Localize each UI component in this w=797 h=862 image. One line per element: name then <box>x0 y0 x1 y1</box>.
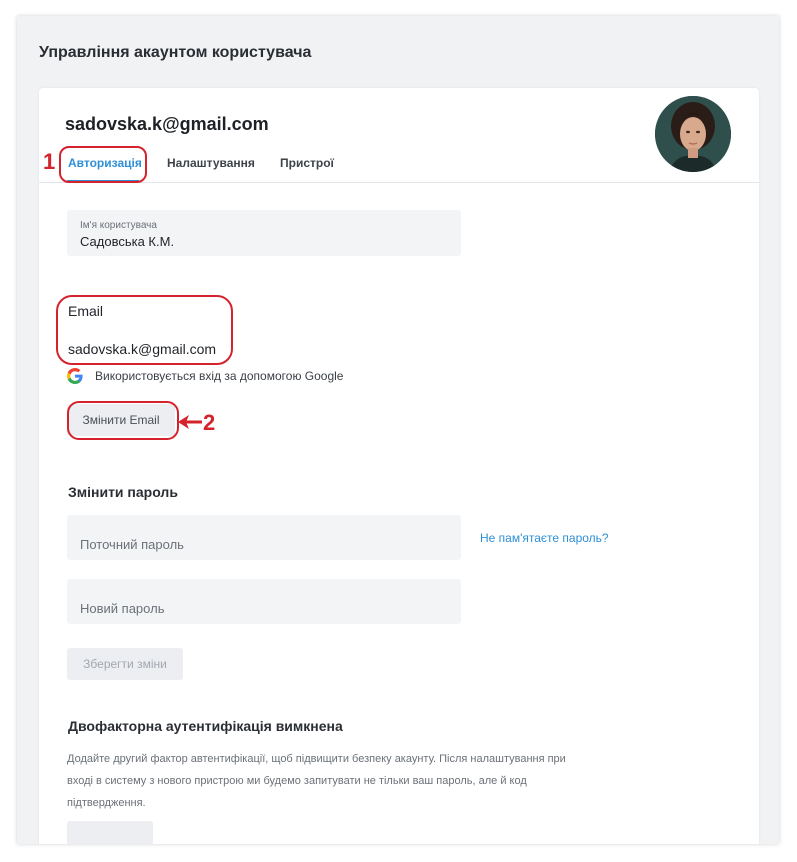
change-password-title: Змінити пароль <box>68 484 178 500</box>
twofa-title: Двофакторна аутентифікація вимкнена <box>68 718 343 734</box>
annotation-marker-1: 1 <box>43 149 56 174</box>
tab-settings[interactable]: Налаштування <box>167 156 255 170</box>
google-icon <box>67 368 83 384</box>
username-field-label: Ім'я користувача <box>80 220 157 231</box>
tab-bar: Авторизація Налаштування Пристрої <box>39 148 759 183</box>
forgot-password-link[interactable]: Не пам'ятаєте пароль? <box>480 531 609 545</box>
annotation-box-change-email <box>67 401 179 440</box>
twofa-description-line: Додайте другий фактор автентифікації, що… <box>67 753 566 765</box>
username-field[interactable]: Ім'я користувача Садовська К.М. <box>67 210 461 256</box>
annotation-arrow-icon <box>178 415 202 429</box>
annotation-box-tab <box>59 146 147 183</box>
enable-twofa-button[interactable] <box>67 821 153 844</box>
google-note-text: Використовується вхід за допомогою Googl… <box>95 369 344 383</box>
save-changes-button[interactable]: Зберегти зміни <box>67 648 183 680</box>
current-password-input[interactable]: Поточний пароль <box>67 515 461 560</box>
new-password-input[interactable]: Новий пароль <box>67 579 461 624</box>
current-password-placeholder: Поточний пароль <box>80 537 184 552</box>
tab-devices[interactable]: Пристрої <box>280 156 334 170</box>
annotation-marker-2: 2 <box>203 410 216 435</box>
page-title: Управління акаунтом користувача <box>39 44 312 61</box>
twofa-description-line: вході в систему з нового пристрою ми буд… <box>67 775 527 787</box>
new-password-placeholder: Новий пароль <box>80 601 165 616</box>
account-email-heading: sadovska.k@gmail.com <box>65 114 269 134</box>
account-card: sadovska.k@gmail.com Авторизація Налашту… <box>39 88 759 844</box>
annotation-box-email <box>56 295 233 365</box>
twofa-description-line: підтвердження. <box>67 797 146 809</box>
username-field-value: Садовська К.М. <box>80 234 175 249</box>
twofa-description: Додайте другий фактор автентифікації, що… <box>67 748 597 814</box>
